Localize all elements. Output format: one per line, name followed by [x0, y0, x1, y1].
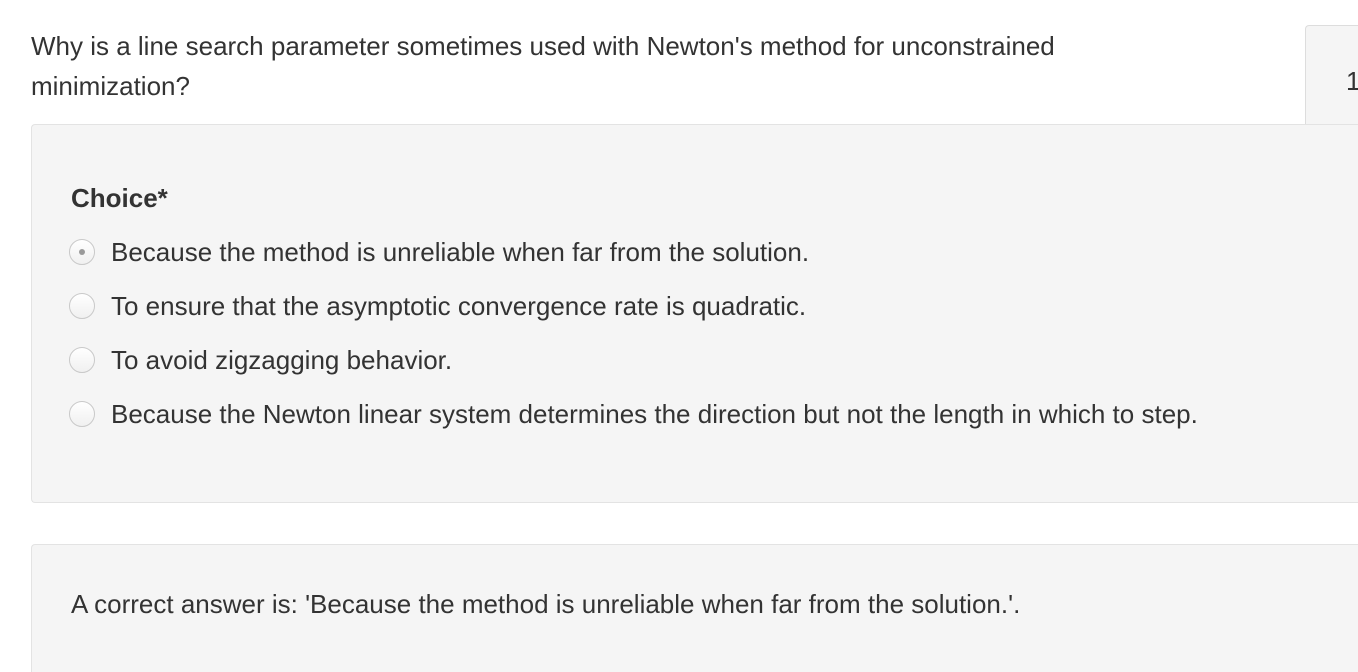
- quiz-page: Why is a line search parameter sometimes…: [0, 0, 1358, 672]
- choice-option-label: Because the Newton linear system determi…: [111, 399, 1198, 429]
- choice-option-label: To ensure that the asymptotic convergenc…: [111, 291, 807, 321]
- question-number: 1: [1346, 66, 1358, 96]
- radio-button[interactable]: [69, 293, 95, 319]
- radio-button[interactable]: [69, 347, 95, 373]
- choice-label: Choice*: [71, 183, 168, 213]
- choice-option-4[interactable]: Because the Newton linear system determi…: [69, 398, 1198, 430]
- radio-button-selected[interactable]: [69, 239, 95, 265]
- choice-option-1[interactable]: Because the method is unreliable when fa…: [69, 236, 809, 268]
- choice-option-3[interactable]: To avoid zigzagging behavior.: [69, 344, 452, 376]
- choice-option-label: Because the method is unreliable when fa…: [111, 237, 810, 267]
- feedback-panel: A correct answer is: 'Because the method…: [31, 544, 1358, 672]
- choice-option-label: To avoid zigzagging behavior.: [111, 345, 453, 375]
- correct-answer-text: A correct answer is: 'Because the method…: [71, 589, 1021, 619]
- radio-button[interactable]: [69, 401, 95, 427]
- choice-option-2[interactable]: To ensure that the asymptotic convergenc…: [69, 290, 806, 322]
- choice-panel: Choice* Because the method is unreliable…: [31, 124, 1358, 503]
- question-text: Why is a line search parameter sometimes…: [31, 31, 1055, 101]
